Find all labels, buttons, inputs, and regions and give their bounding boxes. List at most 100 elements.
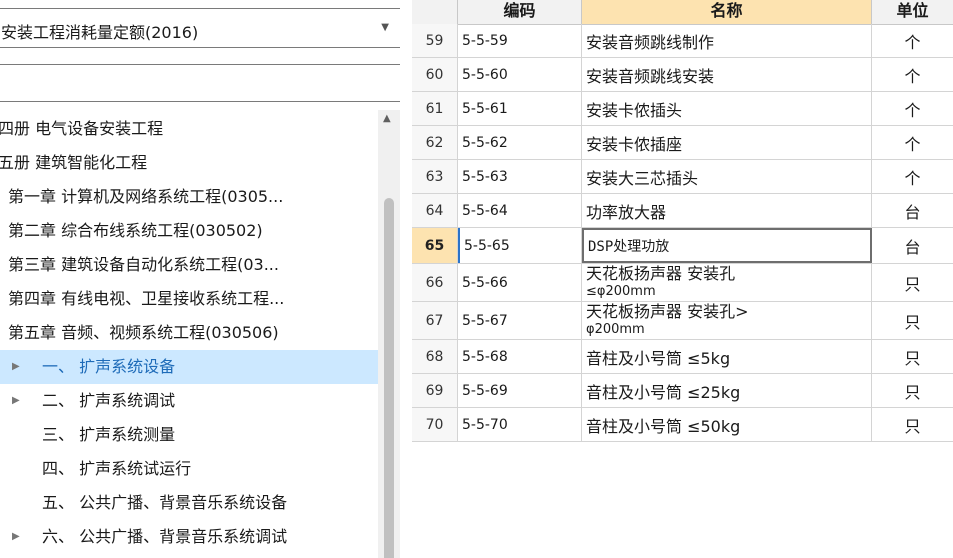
row-index[interactable]: 63 [412, 160, 458, 193]
name-cell[interactable]: 安装音频跳线安装 [582, 58, 872, 91]
tree-item-label: 六、 公共广播、背景音乐系统调试 [42, 527, 288, 546]
name-line-1: 天花板扬声器 安装孔 [586, 263, 736, 283]
tree-item-label: 第四章 有线电视、卫星接收系统工程... [8, 289, 285, 308]
name-cell[interactable]: 安装大三芯插头 [582, 160, 872, 193]
caret-right-icon[interactable]: ▶ [12, 520, 20, 554]
column-header-name[interactable]: 名称 [582, 0, 872, 25]
name-cell[interactable]: 安装卡侬插头 [582, 92, 872, 125]
name-cell[interactable]: 天花板扬声器 安装孔> φ200mm [582, 302, 872, 339]
row-index[interactable]: 60 [412, 58, 458, 91]
name-cell[interactable]: 功率放大器 [582, 194, 872, 227]
scrollbar-thumb[interactable] [384, 198, 394, 558]
tree-item[interactable]: 第三章 建筑设备自动化系统工程(03... [0, 248, 378, 282]
tree-item[interactable]: ▶ 二、 扩声系统调试 [0, 384, 378, 418]
row-index[interactable]: 65 [412, 228, 458, 263]
code-cell[interactable]: 5-5-67 [458, 302, 582, 339]
code-cell[interactable]: 5-5-64 [458, 194, 582, 227]
tree-item[interactable]: 三、 扩声系统测量 [0, 418, 378, 452]
code-cell[interactable]: 5-5-68 [458, 340, 582, 373]
code-cell[interactable]: 5-5-60 [458, 58, 582, 91]
row-index[interactable]: 59 [412, 24, 458, 57]
tree-item[interactable]: ▶ 六、 公共广播、背景音乐系统调试 [0, 520, 378, 554]
row-index-header [412, 0, 458, 25]
code-cell[interactable]: 5-5-66 [458, 264, 582, 301]
row-index[interactable]: 66 [412, 264, 458, 301]
unit-cell[interactable]: 只 [872, 408, 953, 441]
chapter-tree: 四册 电气设备安装工程 五册 建筑智能化工程第一章 计算机及网络系统工程(0305… [0, 110, 378, 558]
left-panel: 安装工程消耗量定额(2016) ▼ 四册 电气设备安装工程 五册 建筑智能化工程第… [0, 0, 400, 558]
code-cell[interactable]: 5-5-59 [458, 24, 582, 57]
unit-cell[interactable]: 只 [872, 302, 953, 339]
scroll-up-arrow-icon[interactable]: ▲ [383, 113, 391, 124]
tree-item-label: 第三章 建筑设备自动化系统工程(03... [8, 255, 279, 274]
tree-item[interactable]: 五册 建筑智能化工程 [0, 146, 378, 180]
caret-right-icon[interactable]: ▶ [12, 350, 20, 384]
tree-item[interactable]: 第四章 有线电视、卫星接收系统工程... [0, 282, 378, 316]
row-index[interactable]: 69 [412, 374, 458, 407]
code-cell[interactable]: 5-5-65 [458, 228, 582, 263]
row-index[interactable]: 62 [412, 126, 458, 159]
name-line-1: 天花板扬声器 安装孔> [586, 301, 749, 321]
table-row[interactable]: 66 5-5-66 天花板扬声器 安装孔 ≤φ200mm 只 [412, 264, 953, 302]
search-input[interactable] [0, 64, 400, 102]
code-cell[interactable]: 5-5-69 [458, 374, 582, 407]
name-cell[interactable]: 音柱及小号筒 ≤25kg [582, 374, 872, 407]
unit-cell[interactable]: 个 [872, 126, 953, 159]
tree-item[interactable]: 四、 扩声系统试运行 [0, 452, 378, 486]
unit-cell[interactable]: 只 [872, 374, 953, 407]
row-index[interactable]: 67 [412, 302, 458, 339]
name-cell[interactable]: 音柱及小号筒 ≤50kg [582, 408, 872, 441]
name-line-2: φ200mm [586, 321, 645, 337]
caret-right-icon[interactable]: ▶ [12, 384, 20, 418]
row-index[interactable]: 70 [412, 408, 458, 441]
table-row[interactable]: 64 5-5-64 功率放大器台 [412, 194, 953, 228]
tree-item-label: 一、 扩声系统设备 [42, 357, 176, 376]
name-cell[interactable]: 天花板扬声器 安装孔 ≤φ200mm [582, 264, 872, 301]
table-row[interactable]: 59 5-5-59 安装音频跳线制作个 [412, 24, 953, 58]
tree-item-label: 二、 扩声系统调试 [42, 391, 176, 410]
table-row[interactable]: 67 5-5-67 天花板扬声器 安装孔> φ200mm 只 [412, 302, 953, 340]
code-cell[interactable]: 5-5-70 [458, 408, 582, 441]
table-row[interactable]: 61 5-5-61 安装卡侬插头个 [412, 92, 953, 126]
column-header-unit[interactable]: 单位 [872, 0, 953, 25]
quota-selector[interactable]: 安装工程消耗量定额(2016) ▼ [0, 8, 400, 48]
code-cell[interactable]: 5-5-63 [458, 160, 582, 193]
unit-cell[interactable]: 个 [872, 58, 953, 91]
name-cell[interactable]: 音柱及小号筒 ≤5kg [582, 340, 872, 373]
table-row[interactable]: 70 5-5-70 音柱及小号筒 ≤50kg 只 [412, 408, 953, 442]
tree-item[interactable]: 四册 电气设备安装工程 [0, 112, 378, 146]
table-row[interactable]: 69 5-5-69 音柱及小号筒 ≤25kg 只 [412, 374, 953, 408]
unit-cell[interactable]: 台 [872, 194, 953, 227]
row-index[interactable]: 61 [412, 92, 458, 125]
unit-cell[interactable]: 个 [872, 24, 953, 57]
name-line-2: ≤φ200mm [586, 283, 656, 299]
row-index[interactable]: 68 [412, 340, 458, 373]
name-cell[interactable]: DSP处理功放 [582, 228, 872, 263]
code-cell[interactable]: 5-5-62 [458, 126, 582, 159]
unit-cell[interactable]: 个 [872, 92, 953, 125]
name-cell[interactable]: 安装卡侬插座 [582, 126, 872, 159]
table-row[interactable]: 63 5-5-63 安装大三芯插头个 [412, 160, 953, 194]
column-header-code[interactable]: 编码 [458, 0, 582, 25]
table-row[interactable]: 60 5-5-60 安装音频跳线安装个 [412, 58, 953, 92]
unit-cell[interactable]: 只 [872, 340, 953, 373]
unit-cell[interactable]: 只 [872, 264, 953, 301]
tree-item-label: 四册 电气设备安装工程 [0, 119, 164, 138]
tree-item-label: 五册 建筑智能化工程 [0, 153, 148, 172]
tree-scrollbar[interactable]: ▲ [378, 110, 400, 558]
table-row[interactable]: 65 5-5-65 DSP处理功放台 [412, 228, 953, 264]
tree-item-label: 第二章 综合布线系统工程(030502) [8, 221, 263, 240]
tree-item[interactable]: 第五章 音频、视频系统工程(030506) [0, 316, 378, 350]
row-index[interactable]: 64 [412, 194, 458, 227]
chevron-down-icon[interactable]: ▼ [381, 22, 389, 33]
tree-item[interactable]: 第二章 综合布线系统工程(030502) [0, 214, 378, 248]
name-cell[interactable]: 安装音频跳线制作 [582, 24, 872, 57]
tree-item[interactable]: 五、 公共广播、背景音乐系统设备 [0, 486, 378, 520]
code-cell[interactable]: 5-5-61 [458, 92, 582, 125]
tree-item[interactable]: 第一章 计算机及网络系统工程(0305... [0, 180, 378, 214]
table-row[interactable]: 62 5-5-62 安装卡侬插座个 [412, 126, 953, 160]
unit-cell[interactable]: 个 [872, 160, 953, 193]
table-row[interactable]: 68 5-5-68 音柱及小号筒 ≤5kg 只 [412, 340, 953, 374]
unit-cell[interactable]: 台 [872, 228, 953, 263]
tree-item[interactable]: ▶ 一、 扩声系统设备 [0, 350, 378, 384]
